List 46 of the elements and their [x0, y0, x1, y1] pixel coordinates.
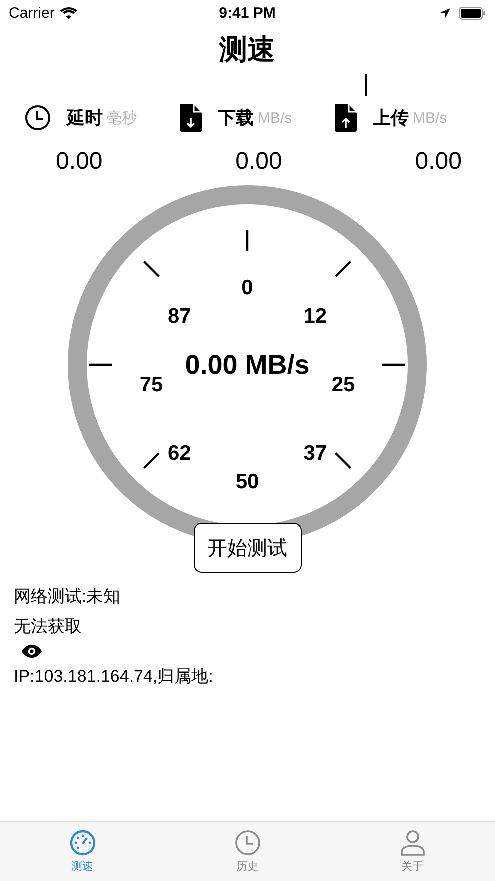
network-test-text: 网络测试:未知 [14, 586, 121, 608]
metric-label: 延时 [67, 107, 103, 130]
metric-unit: MB/s [258, 110, 292, 126]
gauge-label: 62 [168, 442, 192, 466]
gauge-tick [246, 230, 249, 251]
upload-file-icon [335, 104, 357, 132]
gauge-label: 37 [304, 442, 328, 466]
status-text: 无法获取 [14, 616, 82, 638]
gauge-label: 50 [236, 470, 260, 494]
metric-unit: 毫秒 [107, 108, 137, 128]
gauge-label: 12 [304, 304, 328, 328]
eye-icon [22, 645, 42, 658]
tab-item[interactable]: 历史 [165, 822, 330, 881]
battery-icon [458, 6, 486, 20]
gauge-label: 0 [242, 276, 254, 300]
text-cursor [365, 74, 367, 96]
clock-icon [234, 830, 260, 856]
gauge-tick [335, 260, 352, 278]
download-file-icon [180, 104, 202, 132]
gauge-tick [143, 452, 160, 470]
metric-label: 下载 [218, 107, 254, 130]
metric-value: 0.00 [415, 148, 462, 177]
gauge-tick [382, 364, 406, 366]
carrier-label: Carrier [9, 4, 55, 22]
gauge-tick [335, 452, 352, 470]
gauge-tick [143, 260, 160, 278]
gauge-label: 25 [332, 374, 356, 396]
gauge-label: 87 [168, 304, 192, 328]
clock-icon [25, 105, 51, 131]
ip-text: IP:103.181.164.74,归属地: [14, 666, 214, 688]
metric-value: 0.00 [236, 148, 282, 177]
metric-unit: MB/s [413, 110, 448, 126]
metric-value: 0.00 [56, 148, 103, 177]
location-icon [440, 8, 451, 18]
person-icon [400, 830, 424, 856]
gauge-label: 75 [140, 374, 164, 396]
status-time: 9:41 PM [219, 4, 276, 22]
page-title: 测速 [218, 33, 276, 67]
metric-label: 上传 [373, 107, 409, 130]
tab-item[interactable]: 关于 [330, 822, 495, 881]
tab-item[interactable]: 测速 [0, 822, 165, 881]
start-test-button[interactable]: 开始测试 [194, 523, 302, 573]
wifi-icon [60, 6, 78, 20]
speed-reading: 0.00 MB/s [185, 350, 310, 380]
speedometer-icon [70, 830, 96, 856]
gauge-tick [90, 364, 112, 366]
